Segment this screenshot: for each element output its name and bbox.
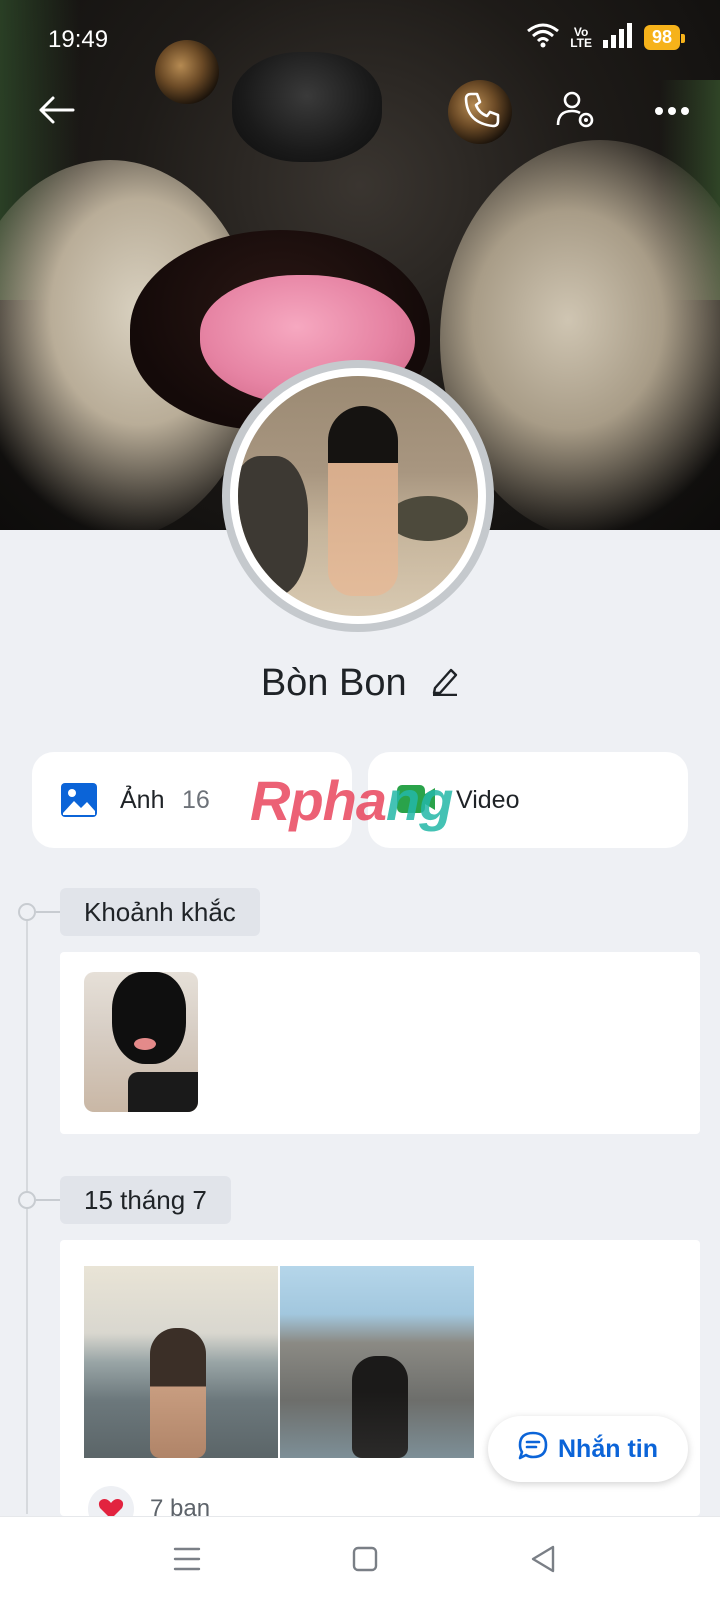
home-button[interactable] — [345, 1541, 385, 1581]
timeline-connector — [36, 1199, 60, 1201]
timeline-line — [26, 910, 28, 1514]
thumb-lips — [134, 1038, 156, 1050]
avatar-image — [238, 376, 478, 616]
volte-bottom: LTE — [570, 35, 592, 50]
photo-figure — [352, 1356, 408, 1458]
profile-name-row: Bòn Bon — [0, 662, 720, 706]
avatar-rock — [238, 456, 308, 596]
avatar[interactable] — [222, 360, 494, 632]
watermark-part2: ng — [386, 769, 453, 832]
volte-indicator: Vo LTE — [570, 26, 592, 50]
message-label: Nhắn tin — [558, 1434, 658, 1463]
phone-icon — [462, 90, 502, 135]
thumb-body — [128, 1072, 198, 1112]
system-nav-bar — [0, 1516, 720, 1604]
edit-pencil-icon[interactable] — [431, 663, 459, 706]
signal-icon — [602, 22, 634, 53]
timeline-connector — [36, 911, 60, 913]
section-moments-tag: Khoảnh khắc — [60, 888, 260, 936]
photos-label: Ảnh — [120, 786, 165, 814]
section-date-tag: 15 tháng 7 — [60, 1176, 231, 1224]
status-time: 19:49 — [48, 26, 109, 53]
image-icon — [60, 782, 98, 823]
timeline-dot — [18, 1191, 36, 1209]
back-button[interactable] — [28, 84, 84, 140]
avatar-person — [328, 406, 398, 596]
watermark-part1: Rpha — [250, 769, 387, 832]
post-photo-1[interactable] — [84, 1266, 278, 1458]
recent-apps-button[interactable] — [167, 1541, 207, 1581]
moments-panel — [60, 952, 700, 1134]
status-bar: 19:49 Vo LTE 98 — [0, 0, 720, 80]
profile-name: Bòn Bon — [260, 662, 407, 704]
profile-top-bar — [0, 84, 720, 140]
thumb-mask — [112, 972, 186, 1064]
message-button[interactable]: Nhắn tin — [488, 1416, 688, 1482]
home-icon — [351, 1545, 379, 1578]
moment-thumbnail[interactable] — [84, 972, 198, 1112]
menu-icon — [173, 1546, 201, 1577]
user-settings-icon — [555, 89, 597, 136]
wifi-icon — [526, 22, 560, 53]
status-icons: Vo LTE 98 — [526, 22, 686, 53]
profile-settings-button[interactable] — [548, 84, 604, 140]
photo-figure — [150, 1328, 206, 1458]
more-icon — [654, 103, 690, 121]
more-options-button[interactable] — [644, 84, 700, 140]
system-back-button[interactable] — [523, 1541, 563, 1581]
back-triangle-icon — [529, 1544, 557, 1579]
chat-icon — [518, 1431, 548, 1468]
back-arrow-icon — [37, 95, 75, 130]
timeline-dot — [18, 903, 36, 921]
watermark-logo: Rphang — [250, 768, 453, 833]
avatar-rock — [388, 496, 468, 541]
videos-label: Video — [456, 786, 520, 814]
battery-indicator: 98 — [643, 25, 686, 50]
photos-count: 16 — [182, 786, 210, 814]
post-photo-2[interactable] — [280, 1266, 474, 1458]
call-button[interactable] — [454, 84, 510, 140]
